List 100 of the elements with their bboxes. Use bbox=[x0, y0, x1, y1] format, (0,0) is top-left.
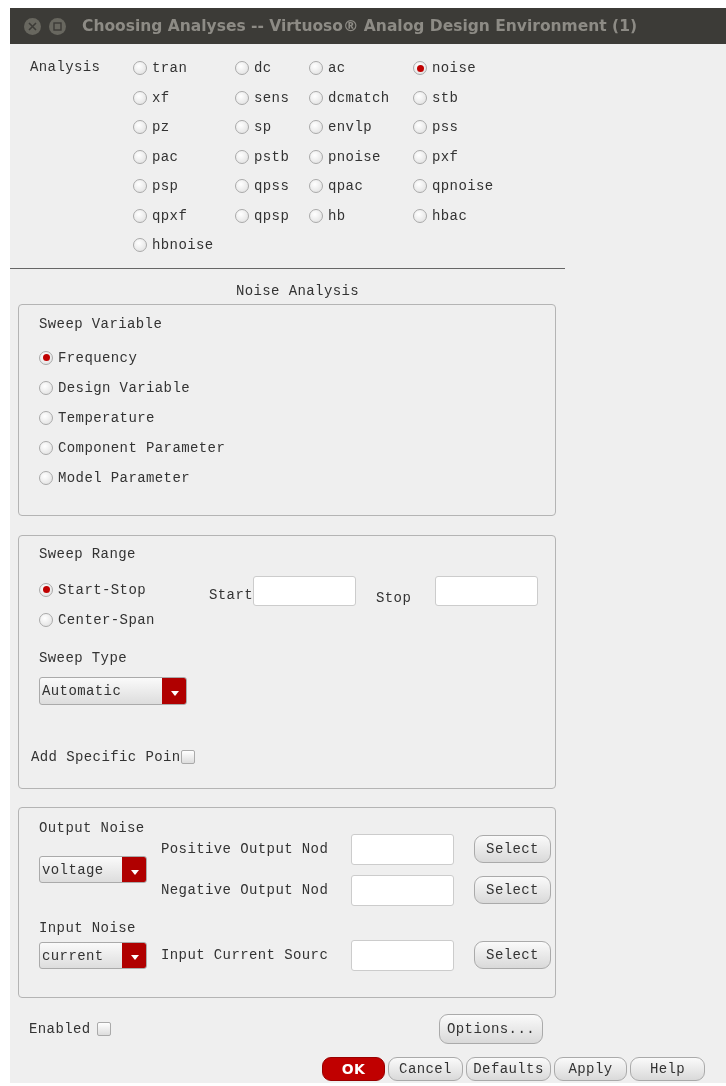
field-label: Negative Output Nod bbox=[161, 882, 330, 898]
radio-label: pnoise bbox=[328, 148, 381, 165]
input-field[interactable] bbox=[351, 874, 454, 906]
radio-button[interactable] bbox=[309, 179, 323, 193]
radio-label: dcmatch bbox=[328, 89, 390, 106]
group-title: Sweep Type bbox=[39, 649, 128, 666]
radio-button[interactable] bbox=[235, 149, 249, 164]
radio-label: xf bbox=[152, 89, 170, 106]
radio-label: pz bbox=[152, 119, 170, 135]
checkbox-label: Add Specific Poin bbox=[31, 748, 181, 765]
radio-label: pss bbox=[432, 119, 459, 135]
radio-label: Start-Stop bbox=[58, 581, 146, 598]
radio-label: Frequency bbox=[58, 349, 138, 366]
radio-button[interactable] bbox=[413, 90, 427, 105]
radio-button[interactable] bbox=[39, 410, 53, 425]
radio-button[interactable] bbox=[309, 149, 323, 164]
radio-button[interactable] bbox=[39, 440, 53, 455]
checkbox-label: Enabled bbox=[29, 1020, 91, 1037]
select-button[interactable]: Select bbox=[474, 835, 551, 863]
radio-label: stb bbox=[432, 89, 459, 106]
checkbox[interactable] bbox=[180, 749, 195, 764]
dialog-button[interactable]: Help bbox=[630, 1056, 705, 1081]
input-field[interactable] bbox=[435, 575, 538, 606]
radio-label: Component Parameter bbox=[58, 439, 226, 456]
radio-label: qpss bbox=[254, 178, 290, 194]
group-title: Sweep Range bbox=[39, 545, 137, 562]
radio-label: qpxf bbox=[152, 207, 188, 224]
radio-button[interactable] bbox=[235, 61, 249, 75]
dialog-button[interactable]: Apply bbox=[554, 1056, 627, 1081]
radio-button[interactable] bbox=[133, 179, 147, 193]
dialog-button[interactable]: Defaults bbox=[466, 1056, 551, 1081]
radio-button[interactable] bbox=[133, 90, 147, 105]
radio-button[interactable] bbox=[235, 179, 249, 193]
close-icon[interactable] bbox=[24, 17, 41, 35]
radio-button[interactable] bbox=[413, 149, 427, 164]
radio-label: hb bbox=[328, 207, 346, 224]
radio-label: hbnoise bbox=[152, 237, 214, 253]
radio-label: dc bbox=[254, 60, 272, 76]
dialog-button[interactable]: Cancel bbox=[388, 1056, 463, 1081]
caret-icon bbox=[171, 690, 179, 696]
radio-label: pstb bbox=[254, 148, 290, 165]
section-title: Noise Analysis bbox=[234, 282, 361, 299]
radio-label: qpac bbox=[328, 178, 364, 194]
radio-button[interactable] bbox=[235, 90, 249, 105]
radio-button[interactable] bbox=[39, 612, 53, 627]
input-field[interactable] bbox=[253, 575, 356, 606]
radio-button[interactable] bbox=[133, 149, 147, 164]
radio-button[interactable] bbox=[413, 208, 427, 223]
group-title: Input Noise bbox=[39, 919, 137, 936]
radio-label: sp bbox=[254, 119, 272, 135]
input-field[interactable] bbox=[351, 833, 454, 865]
radio-button[interactable] bbox=[309, 61, 323, 75]
radio-button[interactable] bbox=[133, 120, 147, 134]
input-field[interactable] bbox=[351, 939, 454, 971]
radio-button[interactable] bbox=[133, 61, 147, 75]
radio-label: ac bbox=[328, 60, 346, 76]
radio-button[interactable] bbox=[235, 120, 249, 134]
radio-label: hbac bbox=[432, 207, 468, 224]
caret-icon bbox=[131, 955, 139, 960]
radio-button[interactable] bbox=[133, 208, 147, 223]
radio-label: pac bbox=[152, 148, 179, 165]
radio-button[interactable] bbox=[309, 90, 323, 105]
radio-button[interactable] bbox=[413, 120, 427, 134]
radio-button[interactable] bbox=[133, 238, 147, 252]
dropdown[interactable]: voltage bbox=[39, 856, 147, 883]
options-button[interactable]: Options... bbox=[439, 1013, 543, 1044]
radio-button[interactable] bbox=[413, 179, 427, 193]
select-button[interactable]: Select bbox=[474, 876, 551, 904]
minimize-icon[interactable] bbox=[49, 17, 66, 35]
field-label: Positive Output Nod bbox=[161, 841, 330, 857]
ok-button[interactable]: OK bbox=[322, 1056, 385, 1081]
radio-label: pxf bbox=[432, 148, 459, 165]
radio-label: qpsp bbox=[254, 207, 290, 224]
radio-button[interactable] bbox=[39, 582, 53, 597]
radio-label: Model Parameter bbox=[58, 469, 191, 486]
radio-label: psp bbox=[152, 178, 179, 194]
radio-button[interactable] bbox=[413, 61, 427, 75]
radio-button[interactable] bbox=[39, 470, 53, 485]
caret-icon bbox=[131, 869, 139, 875]
radio-button[interactable] bbox=[39, 380, 53, 395]
radio-button[interactable] bbox=[39, 350, 53, 365]
radio-label: Design Variable bbox=[58, 379, 191, 396]
analysis-label: Analysis bbox=[30, 58, 102, 77]
radio-label: Center-Span bbox=[58, 611, 155, 628]
radio-label: Temperature bbox=[58, 409, 155, 426]
group-title: Sweep Variable bbox=[39, 315, 164, 332]
select-button[interactable]: Select bbox=[474, 941, 551, 969]
field-label: Input Current Sourc bbox=[161, 947, 330, 963]
radio-button[interactable] bbox=[309, 120, 323, 134]
radio-button[interactable] bbox=[309, 208, 323, 223]
radio-label: tran bbox=[152, 60, 188, 76]
dropdown[interactable]: Automatic bbox=[39, 676, 187, 705]
group-title: Output Noise bbox=[39, 819, 146, 836]
radio-button[interactable] bbox=[235, 208, 249, 223]
radio-label: noise bbox=[432, 60, 476, 76]
dropdown[interactable]: current bbox=[39, 941, 147, 969]
field-label: Start bbox=[209, 586, 253, 603]
checkbox[interactable] bbox=[96, 1021, 111, 1036]
window-title: Choosing Analyses -- Virtuoso® Analog Design Environment (1) bbox=[82, 17, 638, 35]
field-label: Stop bbox=[376, 589, 413, 606]
